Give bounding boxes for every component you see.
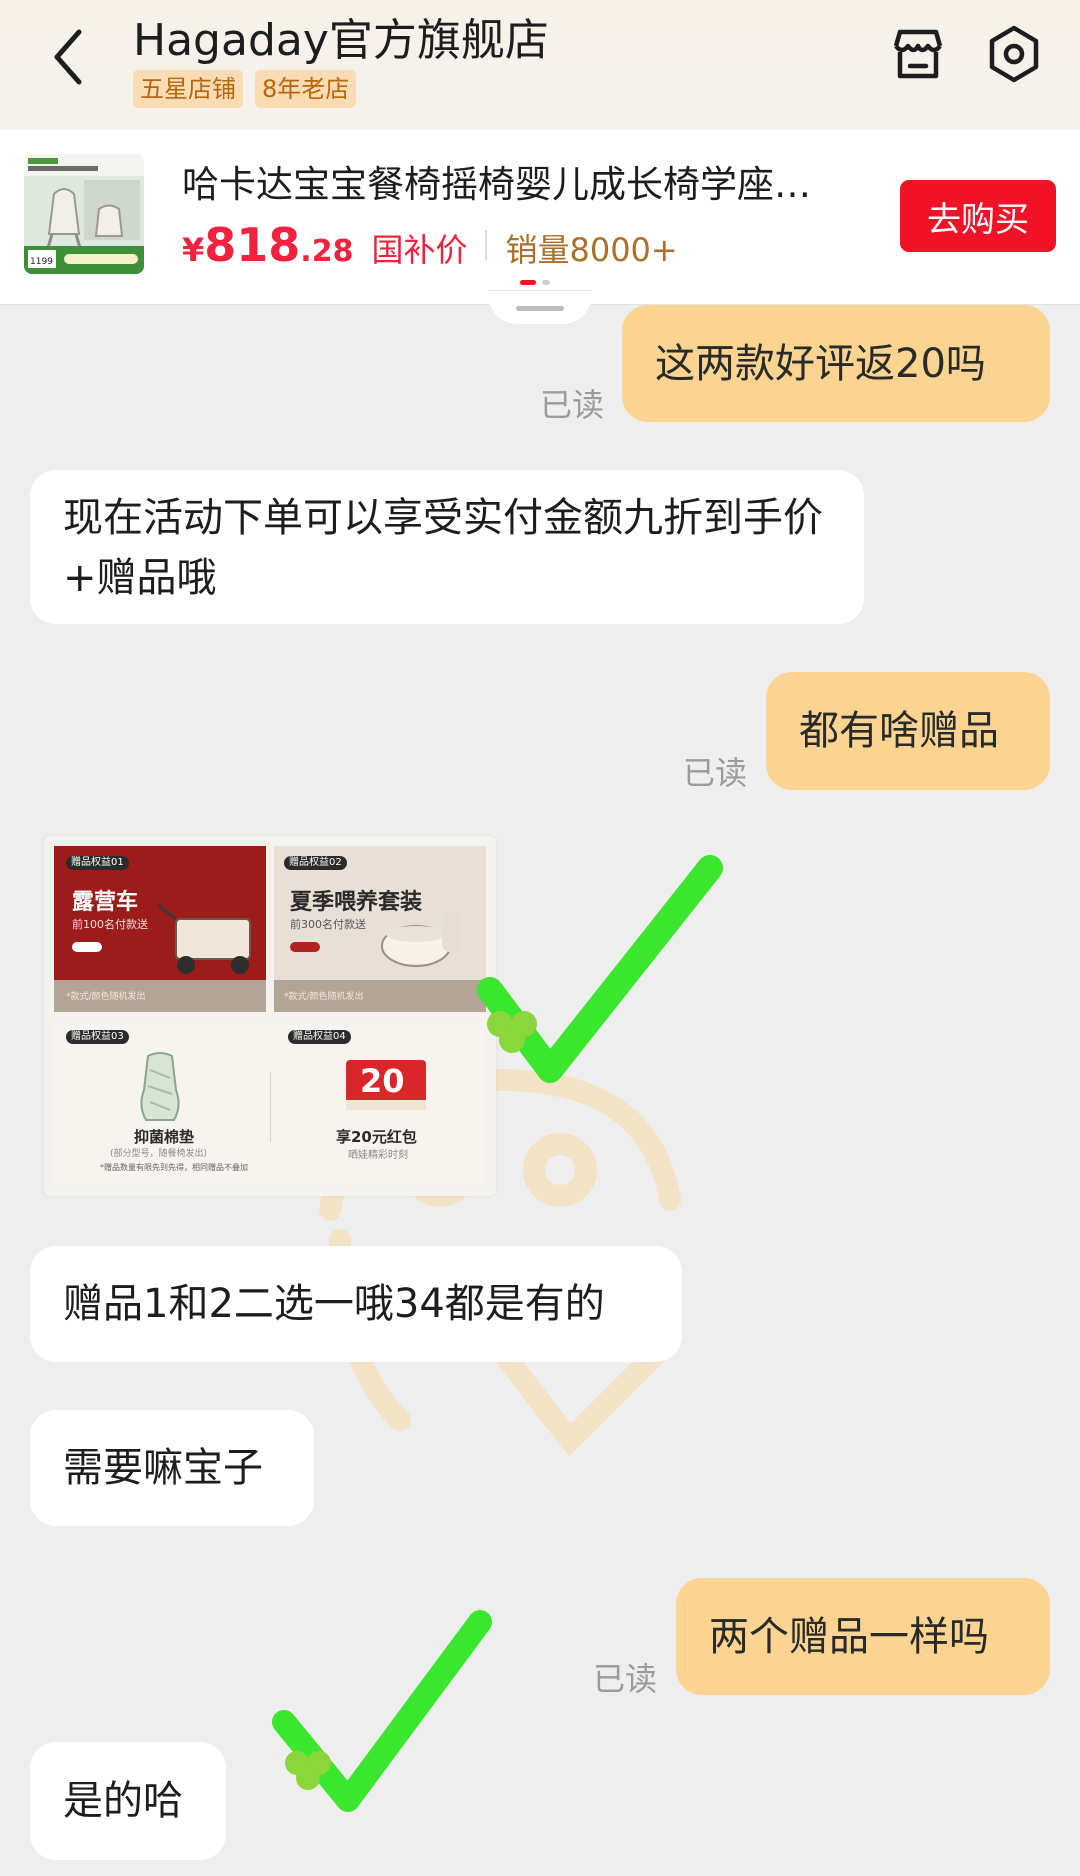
read-status: 已读 [540,386,605,424]
gift-title: 享20元红包 [336,1128,417,1146]
settings-icon [989,25,1039,83]
read-status: 已读 [593,1660,658,1698]
gift-info-image[interactable]: 赠品权益01 露营车 前100名付款送 *款式/颜色随机发出 赠品权益02 夏季… [44,836,496,1196]
gift-title: 露营车 [72,890,139,915]
red-packet-amount: 20 [360,1062,405,1100]
carousel-dot-active [520,280,536,285]
gift-note: *款式/颜色随机发出 [66,992,146,1002]
collapse-handle[interactable] [488,290,592,324]
gift-card-2: 赠品权益02 夏季喂养套装 前300名付款送 *款式/颜色随机发出 [274,846,486,1012]
carousel-dot [542,280,550,285]
back-button[interactable] [40,22,96,92]
price-integer: 818 [204,218,301,272]
gift-tag: 赠品权益03 [66,1030,129,1044]
price-tag: 国补价 [371,231,468,269]
badge-store-age: 8年老店 [255,70,357,108]
product-card[interactable]: 1199 哈卡达宝宝餐椅摇椅婴儿成长椅学座… ¥ 818 .28 国补价 销量8… [0,130,1080,305]
price-decimal: .28 [300,234,354,269]
product-title[interactable]: 哈卡达宝宝餐椅摇椅婴儿成长椅学座… [182,154,897,208]
gift-card-1: 赠品权益01 露营车 前100名付款送 *款式/颜色随机发出 [54,846,266,1012]
read-status: 已读 [683,754,748,792]
gift-divider [270,1072,271,1142]
feeding-set-icon [381,912,460,967]
my-message[interactable]: 都有啥赠品 [766,672,1050,790]
seller-message[interactable]: 赠品1和2二选一哦34都是有的 [30,1246,682,1362]
checkmark-icon [272,1610,492,1812]
red-packet-card: 20 [346,1060,426,1110]
gift-note: *赠品数量有限先到先得，相同赠品不叠加 [100,1163,248,1172]
gift-subtitle: (部分型号，随餐椅发出) [110,1149,208,1159]
store-button[interactable] [886,22,950,86]
price-row: ¥ 818 .28 国补价 销量8000+ [182,218,678,272]
gift-tag: 赠品权益04 [288,1030,351,1044]
product-thumbnail[interactable]: 1199 [24,154,144,274]
seller-message[interactable]: 是的哈 [30,1742,226,1860]
gift-tag: 赠品权益02 [284,856,347,870]
gift-card-3-4: 赠品权益03 抑菌棉垫 (部分型号，随餐椅发出) *赠品数量有限先到先得，相同赠… [54,1022,486,1186]
my-message[interactable]: 两个赠品一样吗 [676,1578,1050,1695]
buy-button[interactable]: 去购买 [900,180,1056,252]
badge-five-star: 五星店铺 [133,70,243,108]
checkmark-icon [477,855,723,1083]
gift-subtitle: 前300名付款送 [290,918,366,931]
clover-icon [285,1751,331,1790]
gift-note: *款式/颜色随机发出 [284,992,364,1002]
seller-message[interactable]: 需要嘛宝子 [30,1410,314,1526]
cushion-icon [140,1052,180,1121]
gift-subtitle: 前100名付款送 [72,918,148,931]
back-chevron-icon [54,29,82,85]
carousel-dots [520,280,550,285]
high-chair-image: 1199 [24,154,144,274]
gift-pill [72,942,102,952]
my-message[interactable]: 这两款好评返20吗 [622,305,1050,422]
chat-header: Hagaday官方旗舰店 五星店铺 8年老店 [0,0,1080,130]
seller-message[interactable]: 现在活动下单可以享受实付金额九折到手价+赠品哦 [30,470,864,624]
store-icon [893,29,943,79]
gift-subtitle: 晒娃精彩时刻 [348,1150,408,1161]
red-packet-strip [346,1100,426,1110]
price-separator [485,230,488,260]
settings-button[interactable] [982,22,1046,86]
gift-tag: 赠品权益01 [66,856,129,870]
store-name[interactable]: Hagaday官方旗舰店 [133,4,549,68]
wagon-icon [157,903,251,974]
price-symbol: ¥ [182,231,205,269]
thumb-price: 1199 [30,257,53,267]
gift-title: 抑菌棉垫 [134,1128,195,1146]
store-badges: 五星店铺 8年老店 [133,70,357,108]
sales-count: 销量8000+ [505,231,678,269]
gift-pill [290,942,320,952]
drag-handle-icon [516,306,564,311]
